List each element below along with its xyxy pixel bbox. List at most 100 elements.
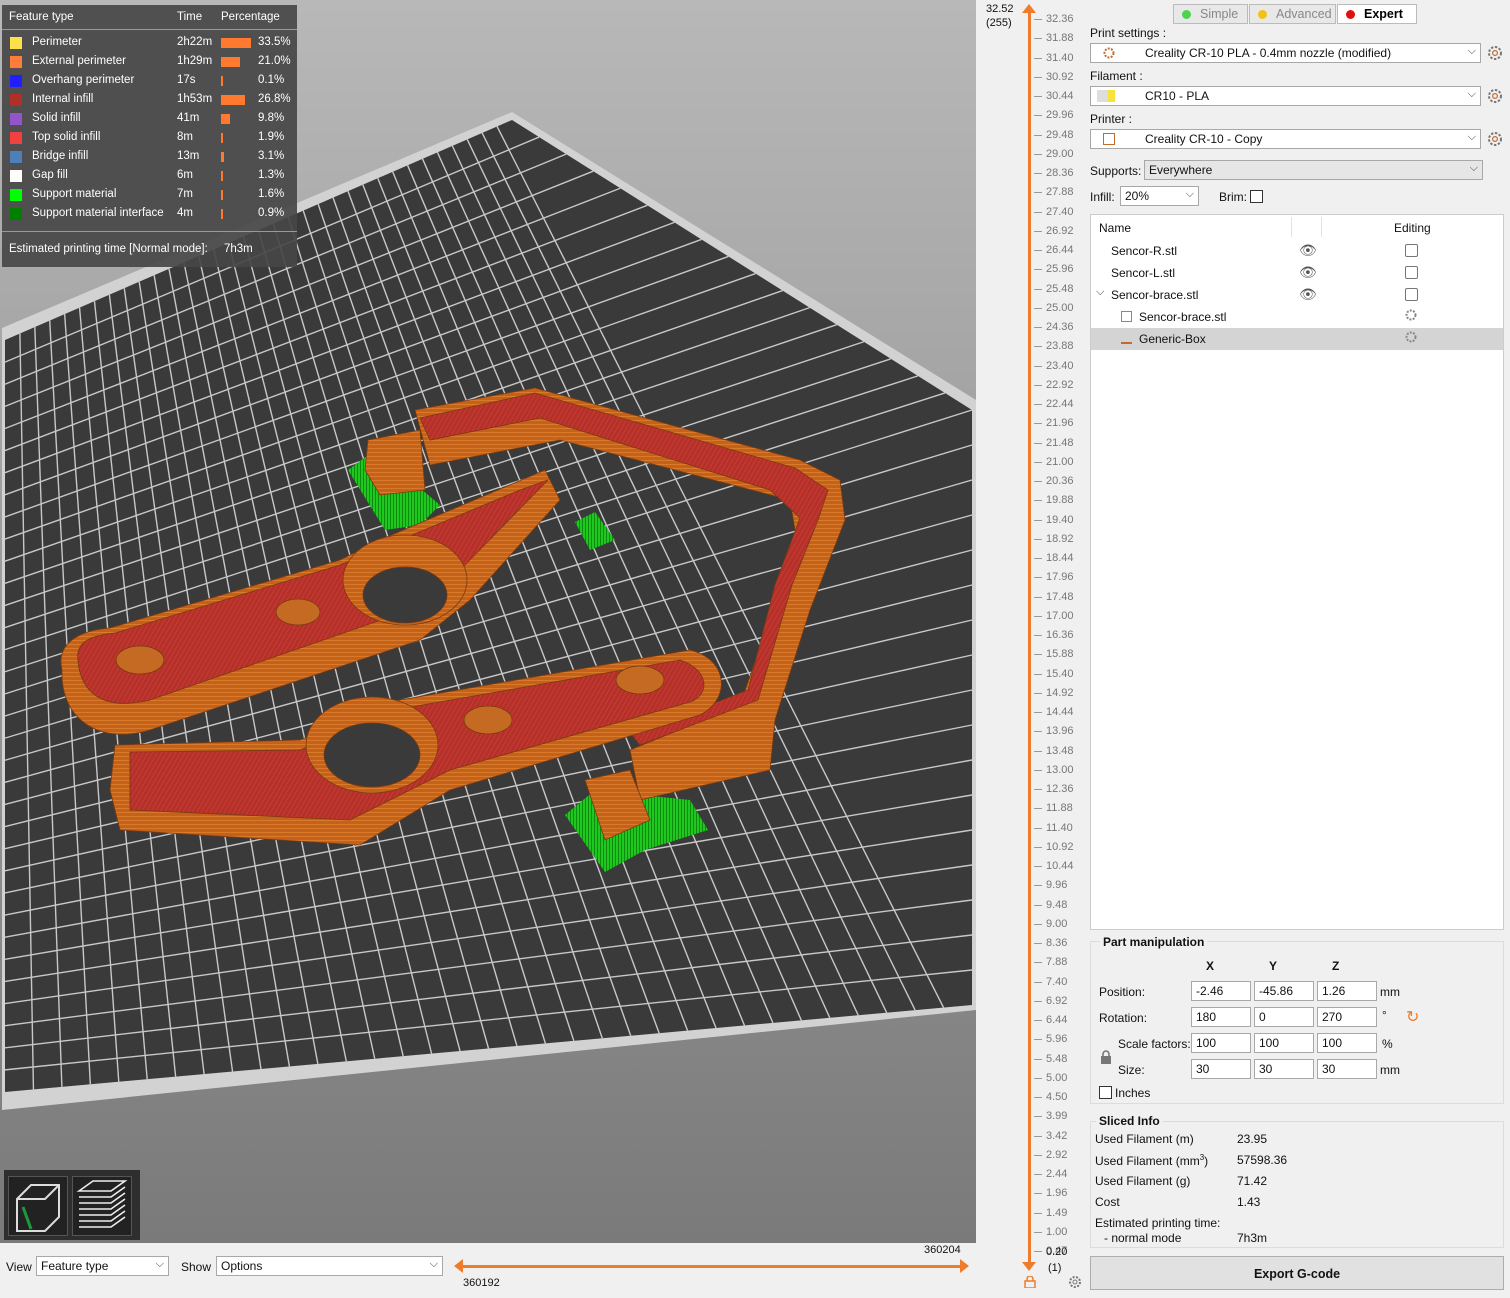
- horizontal-slider-left-thumb[interactable]: [454, 1259, 463, 1273]
- object-row[interactable]: Sencor-R.stl 👁: [1091, 240, 1503, 262]
- vslider-tick-label: 31.88: [1046, 32, 1074, 44]
- print-settings-select[interactable]: Creality CR-10 PLA - 0.4mm nozzle (modif…: [1090, 43, 1481, 63]
- position-unit: mm: [1380, 985, 1400, 999]
- lock-scale-icon[interactable]: [1100, 1050, 1112, 1064]
- col-name-header: Name: [1099, 221, 1132, 235]
- scale-y-input[interactable]: 100: [1254, 1033, 1314, 1053]
- edit-printer-gear-icon[interactable]: [1487, 131, 1503, 147]
- axis-z-label: Z: [1332, 959, 1340, 973]
- vslider-tick: [1034, 154, 1042, 155]
- infill-select[interactable]: 20% ⌵: [1120, 186, 1199, 206]
- layer-slider[interactable]: 32.52 (255) 32.36 31.88 31.40 30.92 30.44 29.…: [976, 0, 1086, 1298]
- supports-select[interactable]: Everywhere ⌵: [1144, 160, 1483, 180]
- vslider-tick: [1034, 231, 1042, 232]
- rotation-z-input[interactable]: 270: [1317, 1007, 1377, 1027]
- vslider-tick: [1034, 982, 1042, 983]
- vslider-tick: [1034, 58, 1042, 59]
- export-gcode-button[interactable]: Export G-code: [1090, 1256, 1504, 1290]
- vslider-top-thumb[interactable]: [1022, 4, 1036, 13]
- eye-icon[interactable]: 👁: [1299, 242, 1317, 259]
- legend-share-bar: [221, 95, 245, 105]
- rotation-x-input[interactable]: 180: [1191, 1007, 1251, 1027]
- scale-x-input[interactable]: 100: [1191, 1033, 1251, 1053]
- vslider-tick: [1034, 731, 1042, 732]
- horizontal-slider-right-thumb[interactable]: [960, 1259, 969, 1273]
- 3d-view-button[interactable]: [8, 1176, 68, 1236]
- legend-row: External perimeter 1h29m 21.0%: [2, 52, 297, 71]
- mode-advanced-button[interactable]: Advanced: [1249, 4, 1336, 24]
- vslider-bottom-thumb[interactable]: [1022, 1262, 1036, 1271]
- legend-feature-name: Support material: [32, 188, 117, 200]
- lock-icon[interactable]: [1024, 1275, 1036, 1289]
- scale-z-input[interactable]: 100: [1317, 1033, 1377, 1053]
- part-name: Generic-Box: [1139, 332, 1206, 346]
- brim-checkbox[interactable]: [1250, 190, 1263, 203]
- mode-expert-button[interactable]: Expert: [1337, 4, 1417, 24]
- object-row[interactable]: Sencor-L.stl 👁: [1091, 262, 1503, 284]
- layers-view-button[interactable]: [72, 1176, 132, 1236]
- legend-color-swatch: [10, 170, 22, 182]
- vslider-tick-label: 9.48: [1046, 899, 1068, 911]
- vslider-top-value: 32.52: [986, 3, 1014, 15]
- horizontal-slider-track[interactable]: [462, 1265, 962, 1268]
- mode-simple-button[interactable]: Simple: [1173, 4, 1248, 24]
- vslider-tick: [1034, 1020, 1042, 1021]
- size-z-input[interactable]: 30: [1317, 1059, 1377, 1079]
- part-row[interactable]: Sencor-brace.stl: [1091, 306, 1503, 328]
- inches-checkbox[interactable]: [1099, 1086, 1112, 1099]
- vslider-tick: [1034, 173, 1042, 174]
- vslider-tick-label: 18.92: [1046, 533, 1074, 545]
- vslider-tick: [1034, 828, 1042, 829]
- eye-icon[interactable]: 👁: [1299, 264, 1317, 281]
- vslider-tick-label: 11.88: [1046, 802, 1073, 814]
- legend-row: Gap fill 6m 1.3%: [2, 166, 297, 185]
- position-x-input[interactable]: -2.46: [1191, 981, 1251, 1001]
- position-y-value: -45.86: [1259, 984, 1294, 998]
- vslider-tick-label: 5.48: [1046, 1053, 1068, 1065]
- eye-icon[interactable]: 👁: [1299, 286, 1317, 303]
- modifier-icon: [1121, 333, 1132, 344]
- vslider-top-layer: (255): [986, 17, 1012, 29]
- settings-sidebar: Simple Advanced Expert Print settings : …: [1086, 0, 1510, 1298]
- expand-chevron-icon[interactable]: ⌵: [1096, 286, 1104, 299]
- view-select[interactable]: Feature type ⌵: [36, 1256, 169, 1276]
- supports-value: Everywhere: [1149, 163, 1213, 177]
- edit-filament-gear-icon[interactable]: [1487, 88, 1503, 104]
- part-settings-gear-icon[interactable]: [1405, 309, 1417, 321]
- 3d-preview-viewport[interactable]: Feature type Time Percentage Perimeter 2h…: [0, 0, 976, 1243]
- chevron-down-icon: ⌵: [1185, 188, 1194, 200]
- rotation-y-input[interactable]: 0: [1254, 1007, 1314, 1027]
- edit-print-settings-gear-icon[interactable]: [1487, 45, 1503, 61]
- size-y-input[interactable]: 30: [1254, 1059, 1314, 1079]
- green-dot-icon: [1182, 10, 1191, 19]
- position-z-input[interactable]: 1.26: [1317, 981, 1377, 1001]
- show-select[interactable]: Options ⌵: [216, 1256, 443, 1276]
- legend-feature-time: 2h22m: [177, 36, 213, 48]
- vslider-tick-label: 25.48: [1046, 283, 1074, 295]
- legend-feature-name: Overhang perimeter: [32, 74, 135, 86]
- vslider-tick: [1034, 597, 1042, 598]
- vslider-tick-label: 17.96: [1046, 571, 1074, 583]
- edit-object-icon[interactable]: [1405, 266, 1418, 279]
- edit-object-icon[interactable]: [1405, 244, 1418, 257]
- vslider-tick: [1034, 250, 1042, 251]
- filament-label: Filament :: [1090, 69, 1143, 83]
- legend-feature-percent: 1.3%: [258, 169, 285, 181]
- legend-feature-name: Gap fill: [32, 169, 68, 181]
- position-y-input[interactable]: -45.86: [1254, 981, 1314, 1001]
- size-x-input[interactable]: 30: [1191, 1059, 1251, 1079]
- vslider-tick: [1034, 1059, 1042, 1060]
- settings-gear-icon[interactable]: [1068, 1275, 1082, 1289]
- legend-share-bar: [221, 152, 224, 162]
- vslider-tick: [1034, 385, 1042, 386]
- vslider-track[interactable]: [1028, 12, 1031, 1262]
- edit-object-icon[interactable]: [1405, 288, 1418, 301]
- filament-select[interactable]: CR10 - PLA ⌵: [1090, 86, 1481, 106]
- reset-rotation-icon[interactable]: ↻: [1406, 1007, 1419, 1027]
- part-row-selected[interactable]: Generic-Box: [1091, 328, 1503, 350]
- printer-select[interactable]: Creality CR-10 - Copy ⌵: [1090, 129, 1481, 149]
- part-settings-gear-icon[interactable]: [1405, 331, 1417, 343]
- vslider-tick-label: 19.40: [1046, 514, 1074, 526]
- object-row[interactable]: ⌵ Sencor-brace.stl 👁: [1091, 284, 1503, 306]
- printer-icon: [1103, 133, 1115, 145]
